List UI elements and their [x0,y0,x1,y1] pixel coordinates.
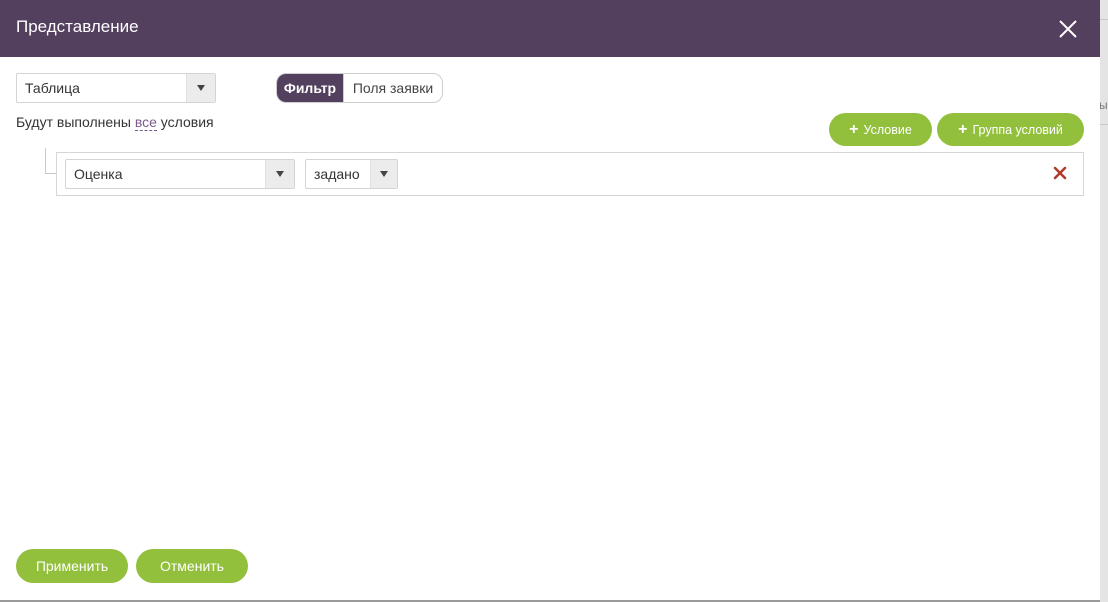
dropdown-button[interactable] [186,74,215,102]
plus-icon: + [849,120,859,138]
tree-connector [45,173,56,174]
tab-filter[interactable]: Фильтр [277,74,343,102]
dropdown-button[interactable] [265,160,294,188]
dialog-title: Представление [16,17,139,36]
remove-icon [1053,166,1067,180]
close-button[interactable] [1056,17,1080,41]
conditions-mode-text: Будут выполнены все условия [16,114,214,131]
chevron-down-icon [197,85,205,91]
add-condition-label: Условие [863,122,912,137]
plus-icon: + [958,120,968,138]
chevron-down-icon [380,171,388,177]
background-page: ы [1100,0,1108,602]
close-icon [1059,20,1077,38]
dialog-header: Представление [0,0,1100,57]
remove-condition-button[interactable] [1053,166,1067,180]
add-group-label: Группа условий [972,122,1063,137]
view-type-value: Таблица [25,80,80,96]
add-group-button[interactable]: + Группа условий [937,113,1084,146]
conditions-text-before: Будут выполнены [16,114,131,130]
background-text-fragment: ы [1100,98,1108,112]
dropdown-button[interactable] [370,160,397,188]
chevron-down-icon [276,171,284,177]
add-condition-button[interactable]: + Условие [829,113,932,146]
conditions-text-after: условия [160,114,214,130]
condition-field-value: Оценка [74,166,123,182]
apply-button[interactable]: Применить [16,549,128,583]
tab-request-fields[interactable]: Поля заявки [343,74,442,102]
background-divider [1100,19,1108,20]
condition-operator-select[interactable]: задано [305,159,398,189]
condition-field-select[interactable]: Оценка [65,159,295,189]
view-type-select[interactable]: Таблица [16,73,216,103]
background-divider [1100,124,1108,125]
view-tabs: Фильтр Поля заявки [276,73,443,103]
cancel-button[interactable]: Отменить [136,549,248,583]
conditions-mode-link[interactable]: все [134,114,157,131]
view-dialog: Представление Таблица Фильтр Поля заявки… [0,0,1100,602]
condition-operator-value: задано [314,166,360,182]
tree-connector [45,148,46,174]
